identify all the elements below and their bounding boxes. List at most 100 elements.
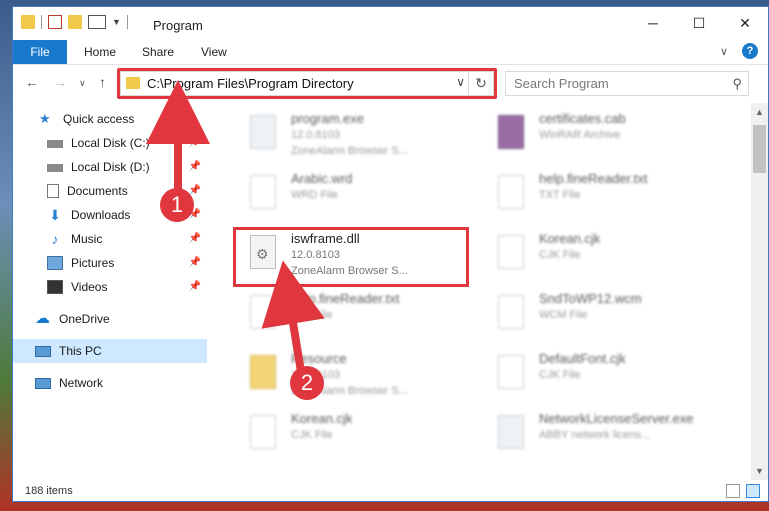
- file-name: Korean.cjk: [291, 411, 353, 426]
- close-button[interactable]: ✕: [722, 7, 768, 39]
- maximize-button[interactable]: ☐: [676, 7, 722, 39]
- navigation-pane: ★ Quick access Local Disk (C:) 📌 Local D…: [13, 107, 207, 467]
- step-1-badge: 1: [160, 188, 194, 222]
- forward-arrow-icon[interactable]: →: [53, 74, 67, 90]
- pin-icon[interactable]: 📌: [189, 257, 201, 268]
- separator: [126, 15, 128, 29]
- status-bar: 188 items: [13, 481, 768, 501]
- tiles-view-icon[interactable]: [746, 484, 760, 498]
- scrollbar-thumb[interactable]: [753, 125, 766, 173]
- file-tile[interactable]: Resource 12.0.8103 ZoneAlarm Browser S..…: [241, 347, 481, 405]
- sidebar-item-music[interactable]: ♪ Music 📌: [13, 227, 207, 251]
- file-name: help.fineReader.txt: [539, 171, 648, 186]
- quick-access-toolbar: ▼: [21, 15, 128, 29]
- sidebar-item-this-pc[interactable]: This PC: [13, 339, 207, 363]
- address-highlight: [117, 68, 497, 99]
- file-type: TXT File: [291, 309, 333, 321]
- sidebar-item-label: OneDrive: [59, 312, 110, 326]
- details-view-icon[interactable]: [726, 484, 740, 498]
- file-icon: [495, 233, 527, 273]
- file-name: SndToWP12.wcm: [539, 291, 642, 306]
- drive-icon: [47, 140, 63, 148]
- file-name: DefaultFont.cjk: [539, 351, 626, 366]
- tab-home[interactable]: Home: [84, 45, 116, 59]
- back-arrow-icon[interactable]: ←: [25, 74, 39, 90]
- new-folder-icon[interactable]: [68, 15, 82, 29]
- expand-ribbon-icon[interactable]: ∨: [720, 45, 728, 58]
- file-tile[interactable]: NetworkLicenseServer.exe ABBY network li…: [489, 407, 729, 465]
- search-box[interactable]: ⚲: [505, 71, 749, 96]
- explorer-window: ▼ Program ─ ☐ ✕ File Home Share View ∨ ?…: [12, 6, 769, 502]
- file-tile[interactable]: DefaultFont.cjk CJK File: [489, 347, 729, 405]
- sidebar-item-pictures[interactable]: Pictures 📌: [13, 251, 207, 275]
- up-arrow-icon[interactable]: ↑: [99, 74, 106, 90]
- file-tile[interactable]: program.exe 12.0.8103 ZoneAlarm Browser …: [241, 107, 481, 165]
- tab-view[interactable]: View: [201, 45, 227, 59]
- sidebar-item-label: Music: [71, 232, 103, 246]
- sidebar-item-network[interactable]: Network: [13, 371, 207, 395]
- documents-icon: [47, 184, 59, 198]
- sidebar-item-onedrive[interactable]: ☁ OneDrive: [13, 307, 207, 331]
- file-tile[interactable]: Korean.cjk CJK File: [241, 407, 481, 465]
- properties-icon[interactable]: [48, 15, 62, 29]
- music-icon: ♪: [51, 231, 59, 247]
- file-name: Resource: [291, 351, 347, 366]
- sidebar-item-label: Local Disk (C:): [71, 136, 150, 150]
- recent-locations-icon[interactable]: ∨: [79, 78, 86, 89]
- tab-share[interactable]: Share: [142, 45, 174, 59]
- file-tile[interactable]: SndToWP12.wcm WCM File: [489, 287, 729, 345]
- sidebar-item-label: Pictures: [71, 256, 115, 270]
- minimize-button[interactable]: ─: [630, 7, 676, 39]
- file-icon: [495, 293, 527, 333]
- file-icon: [247, 413, 279, 453]
- file-name: Korean.cjk: [539, 231, 601, 246]
- exe-icon: [495, 413, 527, 453]
- file-name: Arabic.wrd: [291, 171, 353, 186]
- sidebar-item-quick-access[interactable]: ★ Quick access: [13, 107, 207, 131]
- file-tile[interactable]: help.fineReader.txt TXT File: [241, 287, 481, 345]
- sidebar-item-label: Local Disk (D:): [71, 160, 150, 174]
- sidebar-item-videos[interactable]: Videos 📌: [13, 275, 207, 299]
- pin-icon[interactable]: 📌: [189, 161, 201, 172]
- file-tile[interactable]: Arabic.wrd WRD File: [241, 167, 481, 225]
- star-icon: ★: [39, 111, 51, 126]
- file-tile[interactable]: certificates.cab WinRAR Archive: [489, 107, 729, 165]
- file-icon: [247, 293, 279, 333]
- sidebar-item-label: Documents: [67, 184, 128, 198]
- file-icon: [247, 173, 279, 213]
- customize-icon[interactable]: [88, 15, 106, 29]
- file-type: WRD File: [291, 189, 339, 201]
- file-name: help.fineReader.txt: [291, 291, 400, 306]
- pin-icon[interactable]: 📌: [189, 233, 201, 244]
- file-name: certificates.cab: [539, 111, 626, 126]
- drive-icon: [47, 164, 63, 172]
- help-icon[interactable]: ?: [742, 43, 758, 59]
- navigation-bar: ← → ∨ ↑ C:\Program Files\Program Directo…: [13, 65, 768, 101]
- sidebar-item-local-disk-d[interactable]: Local Disk (D:) 📌: [13, 155, 207, 179]
- file-description: ZoneAlarm Browser S...: [291, 145, 408, 157]
- network-icon: [35, 377, 51, 389]
- scroll-up-icon[interactable]: ▲: [755, 107, 764, 117]
- vertical-scrollbar[interactable]: ▲ ▼: [751, 103, 768, 480]
- file-name: program.exe: [291, 111, 364, 126]
- item-count: 188 items: [25, 485, 73, 497]
- videos-icon: [47, 280, 63, 294]
- search-icon[interactable]: ⚲: [732, 76, 742, 92]
- exe-icon: [247, 113, 279, 153]
- chevron-down-icon[interactable]: ▼: [112, 17, 121, 27]
- pin-icon[interactable]: 📌: [189, 281, 201, 292]
- sidebar-item-label: Downloads: [71, 208, 131, 222]
- file-tile[interactable]: Korean.cjk CJK File: [489, 227, 729, 285]
- download-icon: ⬇: [49, 207, 61, 223]
- file-highlight: [233, 227, 469, 287]
- sidebar-item-local-disk-c[interactable]: Local Disk (C:) 📌: [13, 131, 207, 155]
- file-type: CJK File: [539, 249, 581, 261]
- folder-icon: [247, 353, 279, 393]
- scroll-down-icon[interactable]: ▼: [755, 466, 764, 476]
- search-input[interactable]: [512, 75, 716, 92]
- pin-icon[interactable]: 📌: [189, 137, 201, 148]
- tab-file[interactable]: File: [13, 40, 67, 64]
- file-type: CJK File: [291, 429, 333, 441]
- sidebar-item-label: Videos: [71, 280, 108, 294]
- file-tile[interactable]: help.fineReader.txt TXT File: [489, 167, 729, 225]
